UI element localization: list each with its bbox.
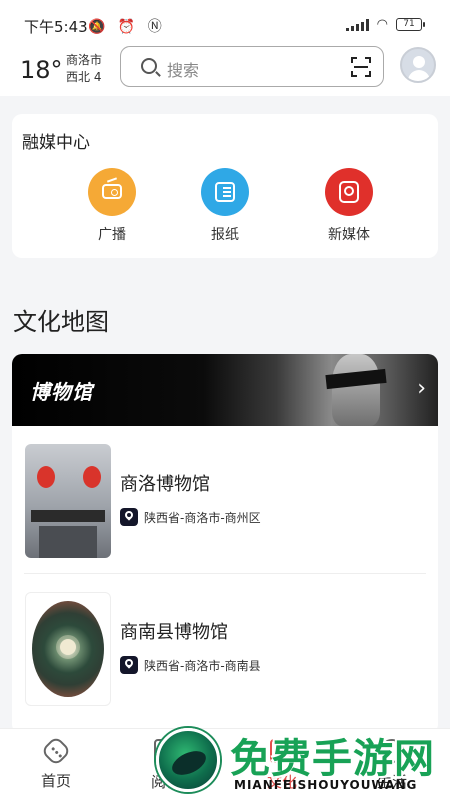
museum-name: 商南县博物馆 bbox=[120, 622, 228, 643]
media-item-newspaper[interactable]: 报纸 bbox=[190, 168, 260, 244]
location-pin-icon bbox=[120, 508, 138, 526]
museum-banner[interactable]: 博物馆 › bbox=[12, 354, 438, 426]
battery-icon: 71 bbox=[396, 18, 425, 31]
statue-image bbox=[312, 354, 402, 426]
culture-map-title: 文化地图 bbox=[13, 308, 109, 336]
status-bar: 下午5:43 🔕 ⏰ Ⓝ ◠ 71 bbox=[0, 0, 450, 44]
temperature: 18° bbox=[20, 56, 63, 84]
media-item-new-media[interactable]: 新媒体 bbox=[314, 168, 384, 244]
chevron-right-icon[interactable]: › bbox=[417, 376, 426, 401]
museum-location: 陕西省-商洛市-商州区 bbox=[120, 508, 261, 526]
search-input[interactable]: 搜索 bbox=[167, 57, 199, 81]
museum-location: 陕西省-商洛市-商南县 bbox=[120, 656, 261, 674]
museum-list-item[interactable]: 商洛博物馆 陕西省-商洛市-商州区 bbox=[12, 426, 438, 574]
newspaper-icon bbox=[201, 168, 249, 216]
media-center-title: 融媒中心 bbox=[22, 133, 90, 153]
avatar[interactable] bbox=[400, 47, 436, 83]
watermark-title: 免费手游网 bbox=[230, 736, 435, 782]
museum-thumbnail bbox=[25, 444, 111, 558]
museum-list-item[interactable]: 商南县博物馆 陕西省-商洛市-商南县 bbox=[12, 574, 438, 722]
city-name: 商洛市 bbox=[66, 53, 103, 67]
museum-location-text: 陕西省-商洛市-商州区 bbox=[144, 510, 261, 525]
watermark: 免费手游网 MIANFEISHOUYOUWANG bbox=[150, 718, 450, 800]
status-right: ◠ 71 bbox=[345, 17, 425, 32]
watermark-subtitle: MIANFEISHOUYOUWANG bbox=[234, 778, 418, 792]
media-item-label: 新媒体 bbox=[328, 227, 370, 243]
wind-info: 西北 4 bbox=[66, 70, 102, 84]
media-item-label: 广播 bbox=[98, 227, 126, 243]
watermark-logo-icon bbox=[156, 728, 220, 792]
media-item-radio[interactable]: 广播 bbox=[77, 168, 147, 244]
new-media-icon bbox=[325, 168, 373, 216]
museum-name: 商洛博物馆 bbox=[120, 474, 210, 495]
radio-icon bbox=[88, 168, 136, 216]
media-item-label: 报纸 bbox=[211, 227, 239, 243]
museum-card: 博物馆 › 商洛博物馆 陕西省-商洛市-商州区 商南县博物馆 陕西省-商洛市-商… bbox=[12, 354, 438, 734]
search-icon bbox=[141, 58, 157, 74]
media-center-card: 融媒中心 广播 报纸 新媒体 bbox=[12, 114, 438, 258]
search-bar[interactable]: 搜索 bbox=[120, 46, 384, 87]
nav-item-home[interactable]: 首页 bbox=[16, 735, 96, 791]
wifi-icon: ◠ bbox=[376, 17, 388, 32]
weather-location: 商洛市 西北 4 bbox=[66, 52, 102, 86]
header: 18° 商洛市 西北 4 搜索 bbox=[0, 44, 450, 96]
scan-icon[interactable] bbox=[351, 57, 371, 77]
museum-location-text: 陕西省-商洛市-商南县 bbox=[144, 658, 261, 673]
banner-title: 博物馆 bbox=[30, 380, 93, 404]
notification-icons: 🔕 ⏰ Ⓝ bbox=[88, 19, 166, 35]
location-pin-icon bbox=[120, 656, 138, 674]
nav-label: 首页 bbox=[40, 772, 71, 790]
museum-thumbnail bbox=[25, 592, 111, 706]
home-icon bbox=[40, 735, 72, 767]
signal-icon bbox=[345, 18, 369, 31]
status-time: 下午5:43 bbox=[24, 18, 88, 36]
